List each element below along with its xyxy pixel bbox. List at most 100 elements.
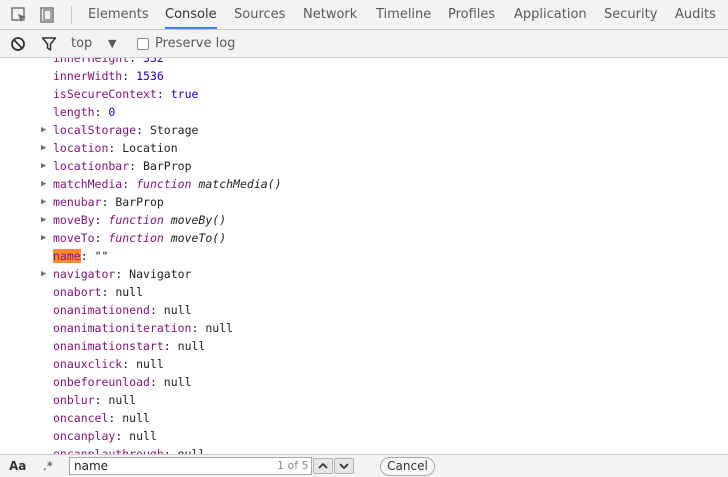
function-keyword: function — [108, 213, 164, 227]
property-value: Navigator — [129, 267, 192, 281]
console-filterbar: top ▼ Preserve log — [0, 30, 728, 58]
tab-audits[interactable]: Audits — [675, 0, 716, 30]
search-input[interactable] — [69, 457, 312, 475]
property-separator: : — [101, 285, 116, 299]
property-value: 332 — [143, 58, 164, 65]
property-key: oncanplaythrough — [53, 447, 164, 454]
property-key: onbeforeunload — [53, 375, 150, 389]
tab-profiles[interactable]: Profiles — [448, 0, 495, 30]
property-value: moveTo() — [170, 231, 227, 245]
property-separator: : — [94, 231, 109, 245]
property-separator: : — [156, 87, 171, 101]
cancel-button[interactable]: Cancel — [380, 457, 435, 476]
expand-triangle-icon[interactable]: ▶ — [41, 229, 46, 247]
filter-icon[interactable] — [41, 36, 57, 52]
regex-toggle[interactable]: .* — [43, 455, 53, 477]
tab-sources[interactable]: Sources — [234, 0, 285, 30]
property-key: onabort — [53, 285, 102, 299]
property-separator: : — [163, 447, 178, 454]
property-key: moveTo — [53, 231, 95, 245]
property-key: locationbar — [53, 159, 130, 173]
next-match-button[interactable] — [334, 458, 354, 474]
property-value: Storage — [149, 123, 199, 137]
property-key: onanimationiteration — [53, 321, 192, 335]
property-key: menubar — [53, 195, 102, 209]
device-toolbar-icon[interactable] — [38, 6, 56, 24]
tab-application[interactable]: Application — [514, 0, 587, 30]
search-bar: Aa .* 1 of 5 Cancel — [0, 454, 728, 477]
property-key: navigator — [53, 267, 116, 281]
context-selector[interactable]: top — [71, 30, 92, 58]
property-key: innerWidth — [53, 69, 123, 83]
tab-timeline[interactable]: Timeline — [376, 0, 431, 30]
property-value: 0 — [108, 105, 116, 119]
expand-triangle-icon[interactable]: ▶ — [41, 157, 46, 175]
console-output: innerHeight: 332 innerWidth: 1536 isSecure… — [0, 58, 728, 454]
property-separator: : — [122, 177, 137, 191]
property-value: BarProp — [115, 195, 164, 209]
preserve-log-checkbox[interactable] — [137, 38, 149, 50]
property-separator: : — [122, 357, 137, 371]
property-value: null — [177, 339, 206, 353]
property-separator: : — [101, 195, 116, 209]
property-key: onanimationstart — [53, 339, 164, 353]
property-value: null — [122, 411, 150, 425]
property-separator: : — [115, 267, 130, 281]
property-separator: : — [149, 303, 164, 317]
property-key: name — [53, 249, 81, 263]
property-value: null — [163, 375, 192, 389]
property-separator: : — [149, 375, 164, 389]
clear-console-icon[interactable] — [10, 36, 26, 52]
property-key: onauxclick — [53, 357, 123, 371]
property-key: oncanplay — [53, 429, 116, 443]
property-value: "" — [94, 249, 109, 263]
property-value: matchMedia() — [198, 177, 282, 191]
property-key: localStorage — [53, 123, 137, 137]
property-separator: : — [115, 429, 130, 443]
property-separator: : — [129, 58, 144, 65]
property-value: BarProp — [143, 159, 192, 173]
property-key: moveBy — [53, 213, 95, 227]
property-key: onanimationend — [53, 303, 150, 317]
match-case-toggle[interactable]: Aa — [9, 455, 26, 477]
property-separator: : — [94, 213, 109, 227]
tab-network[interactable]: Network — [303, 0, 357, 30]
expand-triangle-icon[interactable]: ▶ — [41, 265, 46, 283]
preserve-log-label: Preserve log — [155, 36, 236, 51]
function-keyword: function — [108, 231, 164, 245]
expand-triangle-icon[interactable]: ▶ — [41, 139, 46, 157]
property-key: innerHeight — [53, 58, 130, 65]
previous-match-button[interactable] — [313, 458, 333, 474]
property-separator: : — [94, 105, 109, 119]
chevron-down-icon — [339, 463, 349, 470]
chevron-down-icon[interactable]: ▼ — [108, 30, 116, 58]
property-value: Location — [122, 141, 178, 155]
property-value: null — [177, 447, 206, 454]
property-separator: : — [191, 321, 206, 335]
tab-console[interactable]: Console — [165, 0, 217, 29]
property-key: length — [53, 105, 95, 119]
property-value: null — [205, 321, 234, 335]
expand-triangle-icon[interactable]: ▶ — [41, 211, 46, 229]
property-separator: : — [136, 123, 150, 137]
property-key: onblur — [53, 393, 95, 407]
inspect-element-icon[interactable] — [10, 6, 28, 24]
property-separator: : — [129, 159, 144, 173]
property-key: oncancel — [53, 411, 109, 425]
property-key: location — [53, 141, 109, 155]
expand-triangle-icon[interactable]: ▶ — [41, 175, 46, 193]
property-separator: : — [94, 393, 109, 407]
property-value: null — [129, 429, 157, 443]
expand-triangle-icon[interactable]: ▶ — [41, 193, 46, 211]
tab-elements[interactable]: Elements — [88, 0, 149, 30]
property-key: matchMedia — [53, 177, 123, 191]
property-key: isSecureContext — [53, 87, 157, 101]
property-separator: : — [108, 141, 123, 155]
expand-triangle-icon[interactable]: ▶ — [41, 121, 46, 139]
function-keyword: function — [136, 177, 192, 191]
devtools-tabbar: Elements Console Sources Network Timeline Pro… — [0, 0, 728, 30]
tab-security[interactable]: Security — [604, 0, 657, 30]
property-value: null — [163, 303, 192, 317]
property-value: true — [170, 87, 199, 101]
chevron-up-icon — [318, 462, 328, 469]
